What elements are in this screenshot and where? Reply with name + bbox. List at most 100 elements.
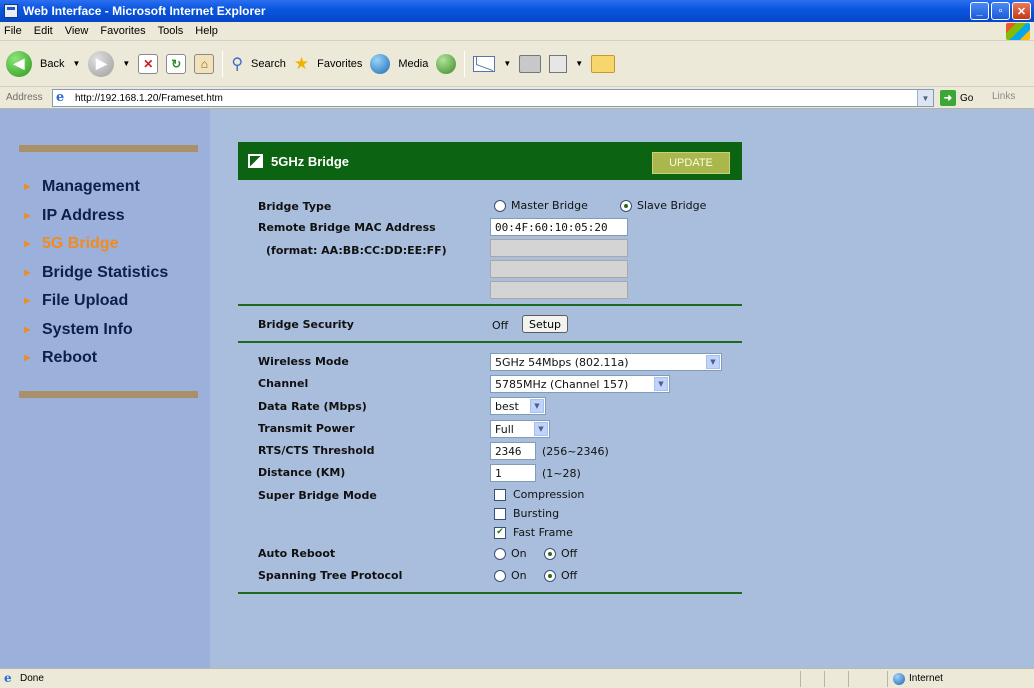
sidebar-item-file-upload[interactable]: ► File Upload <box>22 287 168 316</box>
fast-frame-checkbox[interactable]: ✔ <box>494 526 506 539</box>
forward-dropdown-icon[interactable]: ▼ <box>122 59 130 68</box>
sidebar-item-label[interactable]: 5G Bridge <box>42 235 118 253</box>
remote-mac-input-1[interactable]: 00:4F:60:10:05:20 <box>490 218 628 236</box>
remote-mac-input-4[interactable] <box>490 281 628 299</box>
fast-frame-option[interactable]: ✔ Fast Frame <box>494 526 573 539</box>
history-icon[interactable] <box>436 53 457 74</box>
rts-threshold-input[interactable]: 2346 <box>490 442 536 460</box>
home-icon[interactable]: ⌂ <box>194 53 215 74</box>
favorites-star-icon[interactable]: ★ <box>294 54 309 74</box>
media-icon[interactable] <box>370 53 391 74</box>
address-dropdown-icon[interactable]: ▼ <box>917 90 933 106</box>
bursting-label[interactable]: Bursting <box>513 507 559 520</box>
bridge-type-master-option[interactable]: Master Bridge <box>494 199 588 212</box>
chevron-down-icon[interactable]: ▼ <box>530 399 544 413</box>
transmit-power-select[interactable]: Full ▼ <box>490 420 550 438</box>
go-button[interactable]: ➜ Go <box>940 90 973 106</box>
fast-frame-label[interactable]: Fast Frame <box>513 526 573 539</box>
edit-icon[interactable] <box>549 54 568 73</box>
print-icon[interactable] <box>519 54 542 73</box>
search-icon[interactable]: ⚲ <box>231 54 243 74</box>
auto-reboot-off-radio[interactable] <box>544 547 556 560</box>
minimize-button[interactable]: _ <box>970 2 989 20</box>
master-bridge-radio[interactable] <box>494 199 506 212</box>
menu-file[interactable]: File <box>4 25 22 37</box>
stp-on-radio[interactable] <box>494 569 506 582</box>
stp-off-label[interactable]: Off <box>561 569 577 582</box>
compression-label[interactable]: Compression <box>513 488 584 501</box>
window-controls: _ ▫ ✕ <box>970 2 1031 20</box>
go-arrow-icon[interactable]: ➜ <box>940 90 956 106</box>
stp-off-option[interactable]: Off <box>544 569 577 582</box>
mail-dropdown-icon[interactable]: ▼ <box>503 59 511 68</box>
remote-mac-input-3[interactable] <box>490 260 628 278</box>
chevron-down-icon[interactable]: ▼ <box>654 377 668 391</box>
stp-off-radio[interactable] <box>544 569 556 582</box>
sidebar-item-reboot[interactable]: ► Reboot <box>22 344 168 373</box>
remote-mac-input-2[interactable] <box>490 239 628 257</box>
distance-input[interactable]: 1 <box>490 464 536 482</box>
wireless-mode-value[interactable]: 5GHz 54Mbps (802.11a) <box>495 356 629 369</box>
menu-edit[interactable]: Edit <box>34 25 53 37</box>
stop-icon[interactable]: ✕ <box>138 53 159 74</box>
go-label[interactable]: Go <box>960 93 973 104</box>
auto-reboot-on-radio[interactable] <box>494 547 506 560</box>
back-arrow-icon[interactable]: ◀ <box>6 50 32 77</box>
folder-icon[interactable] <box>591 54 616 73</box>
address-input[interactable]: e http://192.168.1.20/Frameset.htm ▼ <box>52 89 934 107</box>
sidebar-item-5g-bridge[interactable]: ► 5G Bridge <box>22 230 168 259</box>
sidebar-item-label[interactable]: Bridge Statistics <box>42 264 168 282</box>
auto-reboot-off-label[interactable]: Off <box>561 547 577 560</box>
bullet-arrow-icon: ► <box>22 295 33 308</box>
compression-checkbox[interactable] <box>494 488 506 501</box>
stp-on-label[interactable]: On <box>511 569 527 582</box>
sidebar-item-management[interactable]: ► Management <box>22 173 168 202</box>
wireless-mode-select[interactable]: 5GHz 54Mbps (802.11a) ▼ <box>490 353 722 371</box>
sidebar-item-system-info[interactable]: ► System Info <box>22 316 168 345</box>
bursting-checkbox[interactable] <box>494 507 506 520</box>
transmit-power-value[interactable]: Full <box>495 423 514 436</box>
bursting-option[interactable]: Bursting <box>494 507 559 520</box>
slave-bridge-radio[interactable] <box>620 199 632 212</box>
sidebar-item-label[interactable]: System Info <box>42 321 133 339</box>
compression-option[interactable]: Compression <box>494 488 584 501</box>
chevron-down-icon[interactable]: ▼ <box>534 422 548 436</box>
sidebar-item-bridge-statistics[interactable]: ► Bridge Statistics <box>22 259 168 288</box>
bridge-type-slave-option[interactable]: Slave Bridge <box>620 199 706 212</box>
sidebar-item-label[interactable]: IP Address <box>42 207 125 225</box>
sidebar-item-label[interactable]: Reboot <box>42 349 97 367</box>
auto-reboot-on-option[interactable]: On <box>494 547 527 560</box>
favorites-button-label[interactable]: Favorites <box>317 58 362 70</box>
update-button[interactable]: UPDATE <box>652 152 730 174</box>
back-button-label[interactable]: Back <box>40 58 64 70</box>
menu-help[interactable]: Help <box>195 25 218 37</box>
address-url[interactable]: http://192.168.1.20/Frameset.htm <box>75 93 223 104</box>
links-label[interactable]: Links <box>992 91 1015 102</box>
data-rate-value[interactable]: best <box>495 400 519 413</box>
chevron-down-icon[interactable]: ▼ <box>706 355 720 369</box>
sidebar-item-label[interactable]: Management <box>42 178 140 196</box>
slave-bridge-label[interactable]: Slave Bridge <box>637 199 706 212</box>
close-button[interactable]: ✕ <box>1012 2 1031 20</box>
master-bridge-label[interactable]: Master Bridge <box>511 199 588 212</box>
edit-dropdown-icon[interactable]: ▼ <box>575 59 583 68</box>
menu-favorites[interactable]: Favorites <box>100 25 145 37</box>
auto-reboot-off-option[interactable]: Off <box>544 547 577 560</box>
mail-icon[interactable] <box>473 55 496 72</box>
refresh-icon[interactable]: ↻ <box>166 53 187 74</box>
search-button-label[interactable]: Search <box>251 58 286 70</box>
sidebar-item-ip-address[interactable]: ► IP Address <box>22 202 168 231</box>
menu-view[interactable]: View <box>65 25 89 37</box>
channel-value[interactable]: 5785MHz (Channel 157) <box>495 378 628 391</box>
back-dropdown-icon[interactable]: ▼ <box>72 59 80 68</box>
forward-arrow-icon[interactable]: ▶ <box>88 50 115 77</box>
maximize-button[interactable]: ▫ <box>991 2 1010 20</box>
sidebar-item-label[interactable]: File Upload <box>42 292 128 310</box>
data-rate-select[interactable]: best ▼ <box>490 397 546 415</box>
security-setup-button[interactable]: Setup <box>522 315 569 333</box>
menu-tools[interactable]: Tools <box>158 25 184 37</box>
auto-reboot-on-label[interactable]: On <box>511 547 527 560</box>
media-button-label[interactable]: Media <box>398 58 428 70</box>
channel-select[interactable]: 5785MHz (Channel 157) ▼ <box>490 375 670 393</box>
stp-on-option[interactable]: On <box>494 569 527 582</box>
